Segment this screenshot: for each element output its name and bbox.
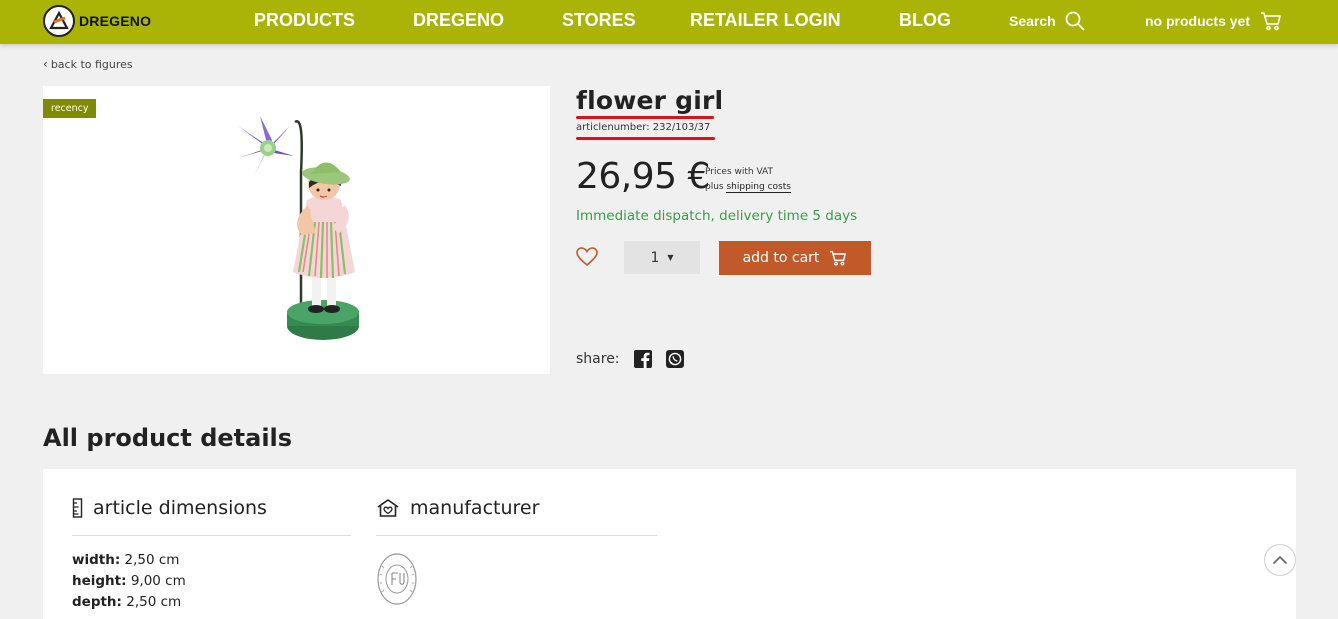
- top-navigation-bar: DREGENO PRODUCTS DREGENO STORES RETAILER…: [0, 0, 1338, 44]
- width-value: 2,50 cm: [124, 552, 180, 568]
- search-button[interactable]: Search: [1009, 11, 1085, 31]
- back-to-figures-link[interactable]: ‹ back to figures: [43, 57, 133, 71]
- manufacturer-heading: manufacturer: [376, 497, 539, 519]
- quantity-select[interactable]: 1 ▼: [624, 241, 700, 274]
- article-dimensions-heading: article dimensions: [72, 497, 267, 519]
- search-icon: [1065, 11, 1085, 31]
- dimension-depth: depth: 2,50 cm: [72, 594, 181, 610]
- quantity-value: 1: [650, 249, 660, 266]
- recency-badge: recency: [43, 99, 97, 118]
- add-to-cart-label: add to cart: [742, 250, 820, 266]
- price-vat-note: Prices with VAT plus shipping costs: [705, 165, 791, 195]
- add-to-cart-button[interactable]: add to cart: [719, 241, 871, 275]
- highlight-underline: [576, 116, 714, 119]
- product-title: flower girl: [576, 86, 724, 115]
- share-label: share:: [576, 351, 620, 367]
- wishlist-button[interactable]: [576, 247, 598, 271]
- scroll-to-top-button[interactable]: [1264, 544, 1296, 576]
- heart-icon: [576, 247, 598, 267]
- nav-products[interactable]: PRODUCTS: [254, 10, 355, 31]
- brand-name: DREGENO: [79, 13, 152, 29]
- cart-icon: [830, 250, 847, 266]
- nav-dregeno[interactable]: DREGENO: [413, 10, 504, 31]
- shipping-costs-link[interactable]: shipping costs: [726, 182, 791, 193]
- whatsapp-icon: [665, 350, 684, 368]
- product-details-heading: All product details: [43, 424, 293, 452]
- facebook-share-button[interactable]: [633, 350, 652, 368]
- house-heart-icon: [376, 498, 400, 518]
- ruler-icon: [72, 498, 83, 518]
- dimension-height: height: 9,00 cm: [72, 573, 186, 589]
- cart-icon: [1261, 12, 1281, 31]
- caret-down-icon: ▼: [667, 253, 674, 262]
- highlight-underline: [576, 137, 715, 140]
- facebook-icon: [633, 350, 652, 368]
- depth-label: depth:: [72, 594, 122, 610]
- depth-value: 2,50 cm: [126, 594, 182, 610]
- dispatch-status: Immediate dispatch, delivery time 5 days: [576, 208, 858, 224]
- shipping-prefix: plus: [705, 182, 724, 192]
- section-divider: [72, 535, 351, 536]
- width-label: width:: [72, 552, 121, 568]
- manufacturer-logo[interactable]: [376, 552, 418, 606]
- product-image: [238, 116, 359, 340]
- vat-line: Prices with VAT: [705, 167, 773, 177]
- nav-stores[interactable]: STORES: [562, 10, 636, 31]
- product-details-panel: [43, 469, 1296, 619]
- product-price: 26,95 €: [576, 156, 710, 197]
- back-link-label: back to figures: [50, 57, 133, 71]
- cart-status: no products yet: [1145, 13, 1251, 29]
- shipping-line: plus shipping costs: [705, 180, 791, 195]
- article-number: articlenumber: 232/103/37: [576, 122, 711, 133]
- search-label: Search: [1009, 13, 1056, 29]
- logo-icon: [43, 5, 75, 37]
- chevron-left-icon: ‹: [43, 57, 48, 71]
- section-divider: [376, 535, 657, 536]
- nav-blog[interactable]: BLOG: [899, 10, 951, 31]
- dimension-width: width: 2,50 cm: [72, 552, 179, 568]
- chevron-up-icon: [1273, 556, 1287, 564]
- brand-logo[interactable]: DREGENO: [43, 5, 151, 37]
- nav-retailer-login[interactable]: RETAILER LOGIN: [690, 10, 841, 31]
- header-cart[interactable]: no products yet: [1145, 11, 1282, 31]
- whatsapp-share-button[interactable]: [665, 350, 684, 368]
- manufacturer-label: manufacturer: [410, 497, 540, 519]
- height-value: 9,00 cm: [130, 573, 186, 589]
- height-label: height:: [72, 573, 127, 589]
- share-row: share:: [576, 350, 684, 368]
- product-image-panel[interactable]: recency: [43, 86, 550, 374]
- article-dimensions-label: article dimensions: [93, 497, 267, 519]
